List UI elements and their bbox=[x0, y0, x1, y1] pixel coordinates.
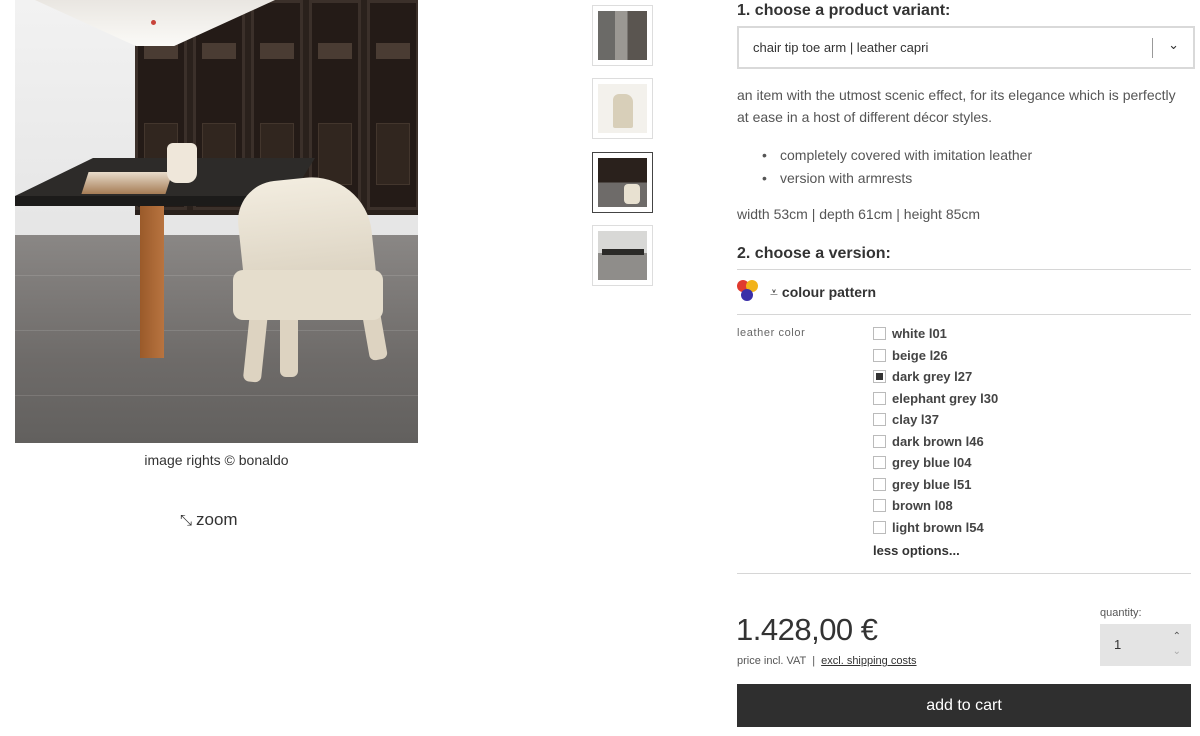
colour-dot-blue bbox=[741, 289, 753, 301]
select-divider bbox=[1152, 38, 1153, 58]
color-option[interactable]: beige l26 bbox=[873, 345, 998, 367]
photo-floor-line bbox=[15, 330, 418, 331]
thumbnail-1[interactable] bbox=[592, 5, 653, 66]
color-option-label: white l01 bbox=[892, 326, 947, 342]
photo-lamp-dot bbox=[151, 20, 156, 25]
colour-dots-icon bbox=[737, 280, 761, 304]
chevron-down-icon[interactable]: ⌄ bbox=[1173, 646, 1181, 657]
color-option[interactable]: clay l37 bbox=[873, 409, 998, 431]
thumbnail-table-shape bbox=[602, 249, 644, 255]
thumbnail-image bbox=[598, 84, 647, 133]
quantity-value[interactable]: 1 bbox=[1114, 637, 1121, 652]
divider bbox=[737, 573, 1191, 574]
checkbox[interactable] bbox=[873, 413, 886, 427]
quantity-label: quantity: bbox=[1100, 607, 1142, 619]
colour-pattern-label: ⩡ colour pattern bbox=[770, 284, 876, 301]
add-to-cart-button[interactable]: add to cart bbox=[737, 684, 1191, 727]
checkbox[interactable] bbox=[873, 434, 886, 448]
thumbnail-image bbox=[598, 158, 647, 207]
divider bbox=[737, 314, 1191, 315]
checkbox[interactable] bbox=[873, 477, 886, 491]
option-group-label: leather color bbox=[737, 327, 806, 339]
thumbnail-2[interactable] bbox=[592, 78, 653, 139]
zoom-button[interactable]: ⤡ zoom bbox=[180, 510, 238, 530]
color-option-label: light brown l54 bbox=[892, 519, 984, 535]
collapse-arrow-icon: ⩡ bbox=[770, 283, 778, 300]
divider bbox=[737, 269, 1191, 270]
checkbox[interactable] bbox=[873, 327, 886, 341]
chevron-down-icon: ⌄ bbox=[1168, 37, 1179, 52]
shipping-costs-link[interactable]: excl. shipping costs bbox=[821, 655, 916, 667]
photo-books bbox=[81, 172, 173, 194]
variant-select-value: chair tip toe arm | leather capri bbox=[753, 40, 929, 55]
color-option[interactable]: dark grey l27 bbox=[873, 366, 998, 388]
image-caption: image rights © bonaldo bbox=[144, 452, 289, 468]
product-dimensions: width 53cm | depth 61cm | height 85cm bbox=[737, 206, 981, 222]
feature-list: completely covered with imitation leathe… bbox=[762, 144, 1032, 190]
photo-floor-line bbox=[15, 395, 418, 396]
price-note: price incl. VAT | excl. shipping costs bbox=[737, 655, 917, 667]
colour-pattern-text: colour pattern bbox=[781, 283, 877, 300]
photo-screen-panel bbox=[367, 0, 418, 210]
variant-select[interactable]: chair tip toe arm | leather capri ⌄ bbox=[737, 26, 1195, 69]
thumbnail-image bbox=[598, 11, 647, 60]
color-option[interactable]: grey blue l51 bbox=[873, 474, 998, 496]
color-option[interactable]: elephant grey l30 bbox=[873, 388, 998, 410]
color-option-label: grey blue l04 bbox=[892, 455, 972, 471]
feature-item: version with armrests bbox=[762, 167, 1032, 190]
color-option[interactable]: light brown l54 bbox=[873, 517, 998, 539]
vat-note: price incl. VAT bbox=[737, 655, 807, 667]
color-option-label: clay l37 bbox=[892, 412, 939, 428]
checkbox[interactable] bbox=[873, 499, 886, 513]
photo-vase bbox=[167, 143, 197, 183]
price-note-separator: | bbox=[812, 655, 816, 667]
quantity-stepper[interactable]: 1 ⌃ ⌄ bbox=[1100, 624, 1191, 666]
color-option-label: beige l26 bbox=[892, 347, 948, 363]
photo-chair-seat bbox=[233, 270, 383, 320]
product-price: 1.428,00 € bbox=[736, 612, 878, 647]
product-main-image[interactable] bbox=[15, 0, 418, 443]
checkbox[interactable] bbox=[873, 456, 886, 470]
chevron-up-icon[interactable]: ⌃ bbox=[1173, 631, 1181, 642]
thumbnail-chair-shape bbox=[613, 94, 633, 128]
checkbox-checked[interactable] bbox=[873, 370, 886, 384]
photo-table-leg bbox=[140, 200, 164, 358]
leather-color-options: white l01 beige l26 dark grey l27 elepha… bbox=[873, 323, 998, 538]
color-option-label: dark grey l27 bbox=[892, 369, 973, 385]
less-options-link[interactable]: less options... bbox=[873, 543, 960, 558]
color-option-label: dark brown l46 bbox=[892, 433, 984, 449]
checkbox[interactable] bbox=[873, 520, 886, 534]
expand-arrows-icon: ⤡ bbox=[180, 511, 193, 529]
zoom-label: zoom bbox=[196, 510, 238, 529]
color-option-label: grey blue l51 bbox=[892, 476, 972, 492]
color-option-label: elephant grey l30 bbox=[892, 390, 999, 406]
thumbnail-image bbox=[598, 231, 647, 280]
color-option-label: brown l08 bbox=[892, 498, 953, 514]
color-option[interactable]: brown l08 bbox=[873, 495, 998, 517]
thumbnail-chair-shape bbox=[624, 184, 640, 204]
checkbox[interactable] bbox=[873, 391, 886, 405]
version-heading: 2. choose a version: bbox=[737, 245, 891, 262]
variant-heading: 1. choose a product variant: bbox=[737, 2, 951, 19]
product-description: an item with the utmost scenic effect, f… bbox=[737, 87, 1176, 125]
thumbnail-4[interactable] bbox=[592, 225, 653, 286]
feature-item: completely covered with imitation leathe… bbox=[762, 144, 1032, 167]
color-option[interactable]: white l01 bbox=[873, 323, 998, 345]
color-option[interactable]: grey blue l04 bbox=[873, 452, 998, 474]
checkbox[interactable] bbox=[873, 348, 886, 362]
thumbnail-3[interactable] bbox=[592, 152, 653, 213]
colour-pattern-toggle[interactable]: ⩡ colour pattern bbox=[737, 280, 876, 304]
color-option[interactable]: dark brown l46 bbox=[873, 431, 998, 453]
